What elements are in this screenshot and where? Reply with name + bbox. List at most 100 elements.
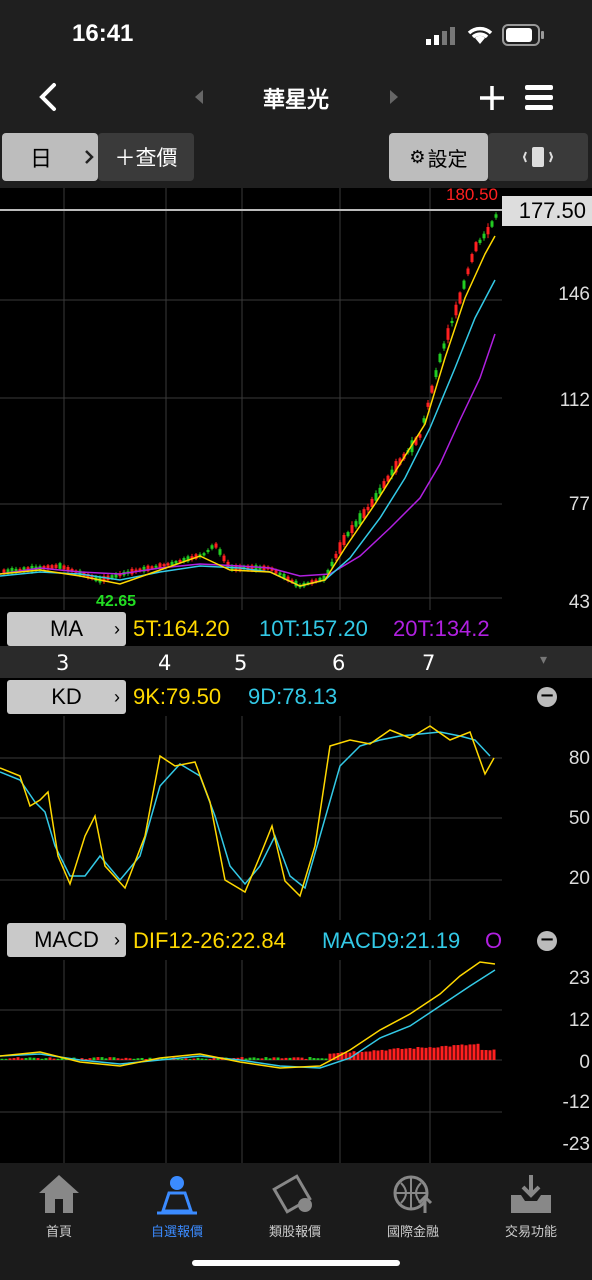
ma5-value: 5T:164.20 xyxy=(133,616,230,641)
candle-body xyxy=(278,572,282,576)
macd-bar xyxy=(460,1044,464,1060)
wifi-icon xyxy=(467,26,493,44)
ma10-value: 10T:157.20 xyxy=(259,616,368,641)
nav-bar: 華星光 xyxy=(0,70,592,126)
candle-body xyxy=(438,353,442,363)
ma-selector[interactable]: MA › xyxy=(7,612,126,646)
macd-bar xyxy=(252,1057,256,1060)
ma5-line xyxy=(0,235,496,587)
macd-bar xyxy=(132,1058,136,1060)
macd-bar xyxy=(128,1058,132,1060)
y-axis-label: 12 xyxy=(568,1010,590,1031)
macd-bar xyxy=(264,1057,268,1060)
macd-bar xyxy=(96,1057,100,1060)
macd-bar xyxy=(24,1058,28,1060)
macd-bar xyxy=(440,1046,444,1060)
battery-icon xyxy=(502,24,544,46)
osc-value: O xyxy=(485,928,503,953)
macd-bar xyxy=(140,1057,144,1060)
macd-selector[interactable]: MACD › xyxy=(7,923,126,957)
price-chart[interactable]: 180.50 42.65 177.50 146 112 77 43 xyxy=(0,185,592,613)
month-label: 3 xyxy=(56,651,70,675)
candle-body xyxy=(334,553,338,559)
macd-bar xyxy=(396,1048,400,1060)
macd-bar xyxy=(120,1058,124,1060)
candle-body xyxy=(426,402,430,407)
high-price-label: 180.50 xyxy=(446,185,498,204)
macd-bar xyxy=(300,1057,304,1060)
macd-bar xyxy=(408,1048,412,1060)
candle-body xyxy=(58,563,62,569)
remove-kd-icon[interactable]: − xyxy=(537,687,557,707)
month-label: 5 xyxy=(234,651,248,675)
macd-bar xyxy=(420,1047,424,1060)
macd-bar xyxy=(20,1058,24,1060)
macd-bar xyxy=(44,1058,48,1060)
tab-sector[interactable]: 類股報價 xyxy=(236,1171,354,1240)
y-axis-label: 80 xyxy=(568,748,590,769)
month-label: 7 xyxy=(422,651,436,675)
candle-body xyxy=(54,564,58,569)
tab-label: 自選報價 xyxy=(150,1225,203,1240)
kd-selector[interactable]: KD › xyxy=(7,680,126,714)
rotate-button[interactable] xyxy=(488,133,588,181)
tab-label: 交易功能 xyxy=(504,1225,557,1240)
signal-icon xyxy=(426,27,455,45)
macd-bar xyxy=(320,1058,324,1060)
candle-body xyxy=(222,555,226,562)
macd-bar xyxy=(328,1053,332,1060)
macd-chart[interactable]: 23 12 0 -12 -23 xyxy=(0,960,592,1163)
macd-bar xyxy=(412,1048,416,1060)
home-icon xyxy=(39,1175,79,1213)
candle-body xyxy=(434,370,438,378)
macd-bar xyxy=(276,1057,280,1060)
kd-chart-canvas xyxy=(0,716,502,920)
macd-bar xyxy=(488,1050,492,1060)
period-selector[interactable]: 日 xyxy=(2,133,98,181)
settings-label: 設定 xyxy=(427,146,468,171)
candle-body xyxy=(174,560,178,564)
candle-body xyxy=(166,563,170,566)
settings-button[interactable]: ⚙ 設定 xyxy=(389,133,488,181)
candle-body xyxy=(154,565,158,568)
last-price-tag: 177.50 xyxy=(502,196,592,226)
macd-bar xyxy=(476,1043,480,1060)
candle-body xyxy=(458,292,462,304)
macd-bar xyxy=(184,1058,188,1060)
macd-bar xyxy=(380,1049,384,1060)
macd-bar xyxy=(272,1057,276,1060)
menu-icon[interactable] xyxy=(524,84,554,112)
candle-body xyxy=(378,487,382,494)
period-label: 日 xyxy=(30,147,53,172)
macd-bar xyxy=(196,1057,200,1060)
macd-bar xyxy=(200,1058,204,1060)
candle-body xyxy=(354,521,358,527)
macd-bar xyxy=(188,1058,192,1060)
tab-home[interactable]: 首頁 xyxy=(0,1171,118,1240)
candle-body xyxy=(350,525,354,533)
add-icon[interactable] xyxy=(478,84,506,112)
next-stock-icon[interactable] xyxy=(388,89,400,105)
macd-bar xyxy=(8,1058,12,1060)
macd-bar xyxy=(204,1058,208,1060)
candle-body xyxy=(362,509,366,519)
macd-bar xyxy=(108,1057,112,1060)
macd-bar xyxy=(36,1058,40,1060)
macd-chart-canvas xyxy=(0,960,502,1163)
quote-button[interactable]: ＋查價 xyxy=(98,133,194,181)
tab-trade[interactable]: 交易功能 xyxy=(472,1171,590,1240)
macd-bar xyxy=(32,1057,36,1060)
macd-bar xyxy=(112,1057,116,1060)
tab-global[interactable]: 國際金融 xyxy=(354,1171,472,1240)
candle-body xyxy=(342,534,346,546)
tab-watchlist[interactable]: 自選報價 xyxy=(118,1171,236,1240)
status-time: 16:41 xyxy=(72,20,134,47)
collapse-icon[interactable]: ▾ xyxy=(540,652,547,668)
candle-body xyxy=(62,565,66,570)
macd-histogram xyxy=(0,1043,496,1060)
candle-body xyxy=(202,553,206,556)
candle-body xyxy=(490,221,494,227)
status-bar: 16:41 xyxy=(0,0,592,70)
candle-body xyxy=(346,532,350,537)
remove-macd-icon[interactable]: − xyxy=(537,931,557,951)
